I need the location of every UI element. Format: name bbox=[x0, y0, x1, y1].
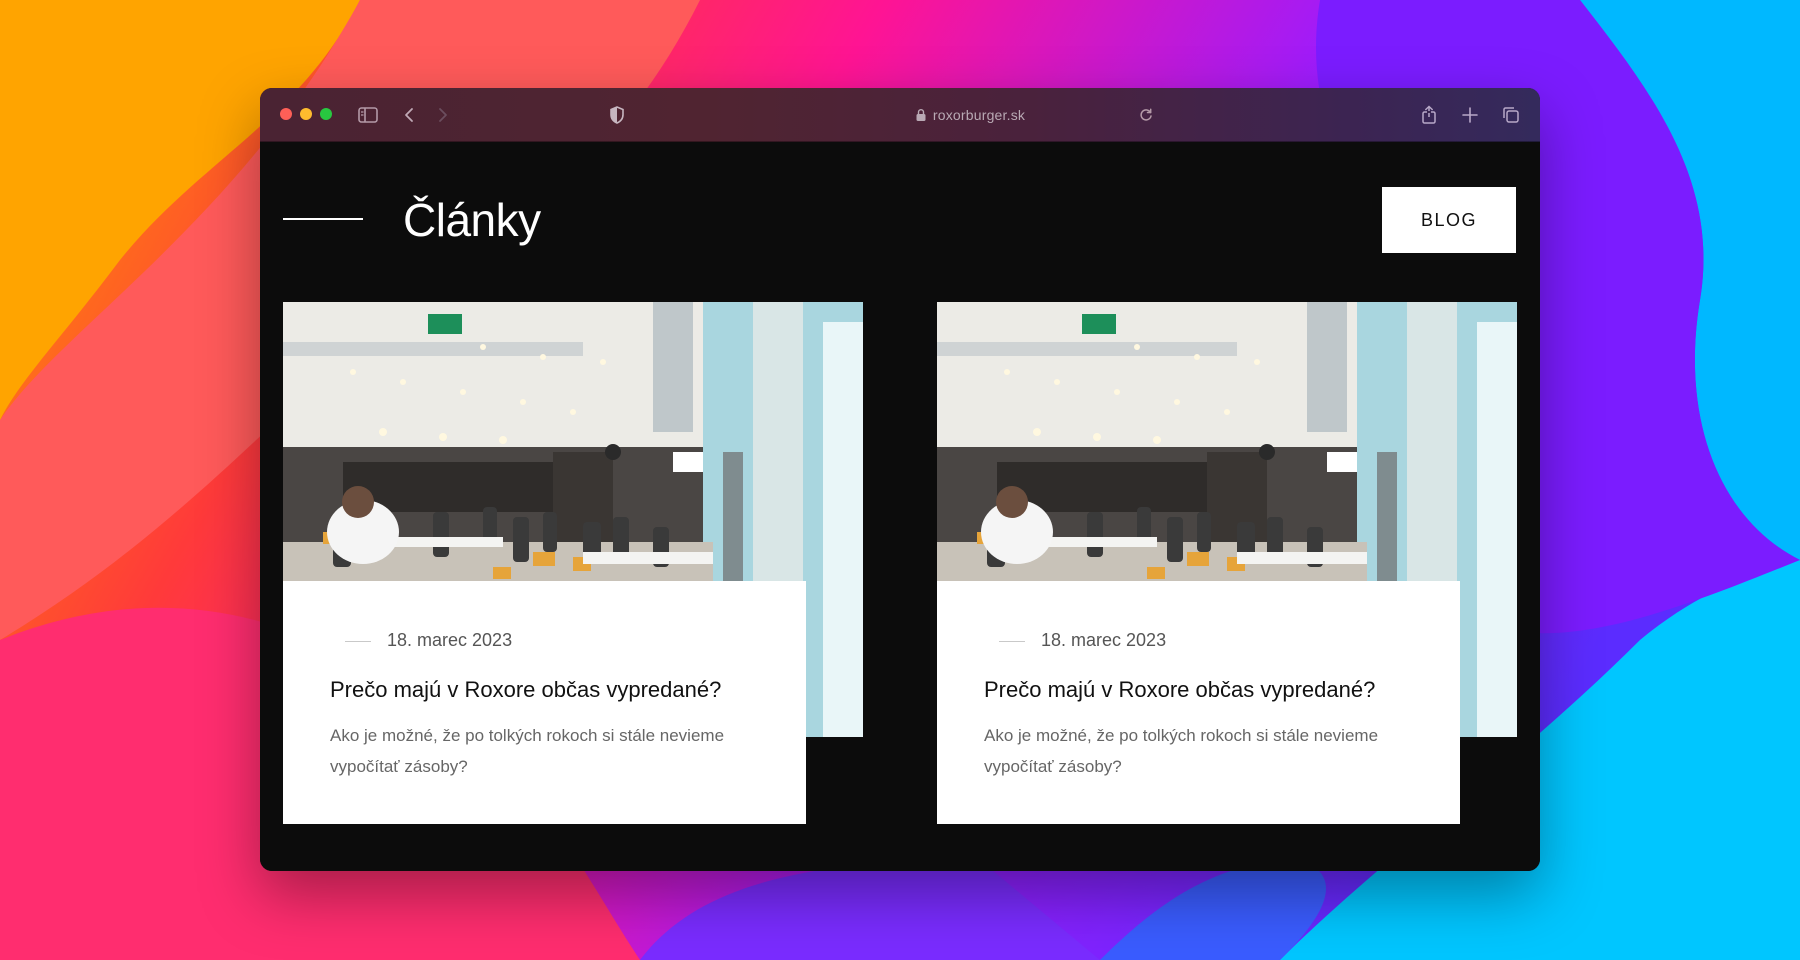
article-card-content: 18. marec 2023 Prečo majú v Roxore občas… bbox=[283, 581, 806, 824]
article-excerpt: Ako je možné, že po tolkých rokoch si st… bbox=[984, 726, 1379, 776]
plus-icon[interactable] bbox=[1458, 103, 1482, 127]
article-card[interactable]: 18. marec 2023 Prečo majú v Roxore občas… bbox=[283, 302, 863, 824]
article-title[interactable]: Prečo majú v Roxore občas vypredané? bbox=[984, 675, 1444, 705]
article-title[interactable]: Prečo majú v Roxore občas vypredané? bbox=[330, 675, 790, 705]
date-decoration-line bbox=[999, 641, 1025, 642]
browser-window: roxorburger.sk Články BLOG 18. marec 202… bbox=[260, 88, 1540, 871]
address-bar[interactable]: roxorburger.sk bbox=[840, 103, 1100, 127]
blog-button[interactable]: BLOG bbox=[1382, 187, 1516, 253]
shield-icon[interactable] bbox=[605, 103, 629, 127]
web-page: Články BLOG 18. marec 2023 Prečo majú v … bbox=[260, 142, 1540, 871]
tabs-overview-icon[interactable] bbox=[1499, 103, 1523, 127]
article-date: 18. marec 2023 bbox=[1041, 630, 1167, 650]
page-title: Články bbox=[403, 194, 541, 246]
article-card[interactable]: 18. marec 2023 Prečo majú v Roxore občas… bbox=[937, 302, 1517, 824]
title-decoration-line bbox=[283, 218, 363, 220]
chevron-right-icon[interactable] bbox=[430, 103, 454, 127]
share-icon[interactable] bbox=[1417, 103, 1441, 127]
reload-icon[interactable] bbox=[1134, 103, 1158, 127]
lock-icon bbox=[916, 109, 926, 121]
browser-toolbar: roxorburger.sk bbox=[260, 88, 1540, 142]
zoom-window-button[interactable] bbox=[320, 108, 332, 120]
close-window-button[interactable] bbox=[280, 108, 292, 120]
date-decoration-line bbox=[345, 641, 371, 642]
url-text: roxorburger.sk bbox=[932, 107, 1026, 123]
sidebar-icon[interactable] bbox=[356, 103, 380, 127]
article-date: 18. marec 2023 bbox=[387, 630, 513, 650]
chevron-left-icon[interactable] bbox=[398, 103, 422, 127]
article-excerpt: Ako je možné, že po tolkých rokoch si st… bbox=[330, 726, 725, 776]
article-card-content: 18. marec 2023 Prečo majú v Roxore občas… bbox=[937, 581, 1460, 824]
minimize-window-button[interactable] bbox=[300, 108, 312, 120]
